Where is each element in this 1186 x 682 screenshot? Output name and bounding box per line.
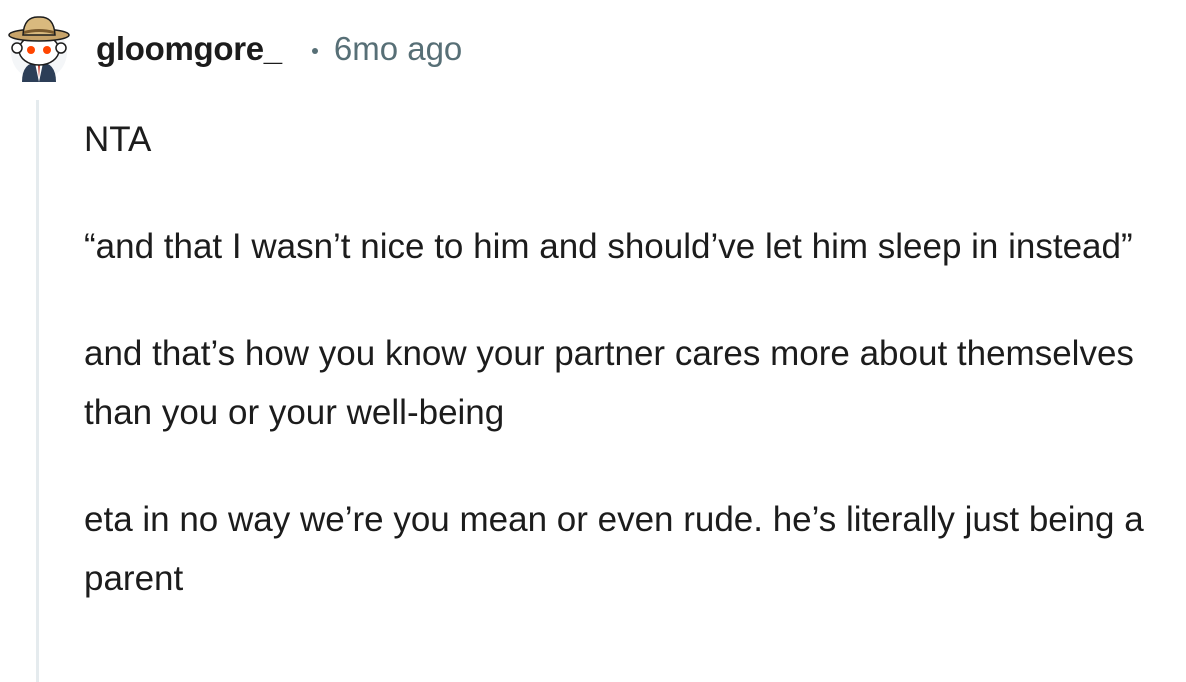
snoo-avatar-icon <box>8 16 70 82</box>
comment-header: gloomgore_ 6mo ago <box>96 26 462 72</box>
comment-paragraph: and that’s how you know your partner car… <box>84 334 1134 432</box>
thread-line[interactable] <box>36 100 39 682</box>
comment-timestamp[interactable]: 6mo ago <box>334 30 462 68</box>
author-name[interactable]: gloomgore_ <box>96 30 282 68</box>
comment-paragraph: “and that I wasn’t nice to him and shoul… <box>84 227 1133 266</box>
user-avatar[interactable] <box>2 8 76 82</box>
separator-dot <box>311 48 318 54</box>
comment-paragraph: NTA <box>84 120 152 159</box>
comment-body: NTA “and that I wasn’t nice to him and s… <box>84 110 1179 608</box>
comment-paragraph: eta in no way we’re you mean or even rud… <box>84 500 1144 598</box>
